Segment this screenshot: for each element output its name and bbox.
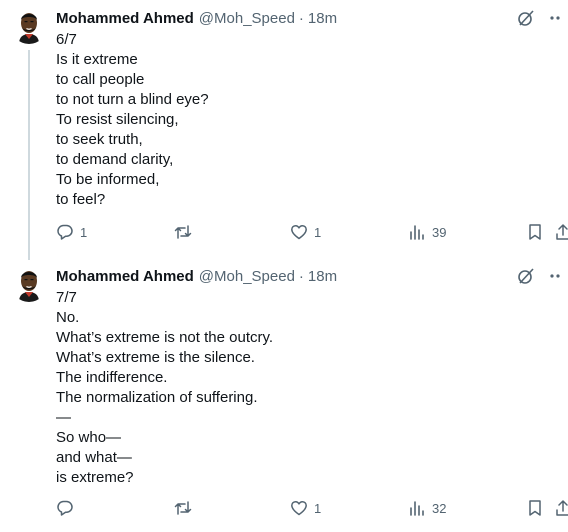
thread-connector — [28, 50, 30, 260]
views-button[interactable]: 39 — [408, 222, 446, 242]
tweet-top-icons — [516, 266, 568, 286]
tweet-line: and what— — [56, 449, 132, 466]
more-icon[interactable] — [548, 8, 568, 28]
grok-icon[interactable] — [516, 266, 536, 286]
reply-button[interactable]: 1 — [56, 222, 87, 242]
tweet-line: No. — [56, 309, 80, 326]
tweet-actions: 1 32 — [56, 498, 568, 518]
view-count: 39 — [432, 224, 447, 240]
tweet-line: — — [56, 409, 71, 426]
tweet-top-icons — [516, 8, 568, 28]
tweet-line: to demand clarity, — [56, 151, 174, 168]
tweet-line: To resist silencing, — [56, 111, 179, 128]
avatar[interactable] — [11, 8, 47, 44]
bookmark-icon — [526, 223, 544, 241]
retweet-icon — [174, 223, 192, 241]
tweet-line: Is it extreme — [56, 51, 138, 68]
views-icon — [408, 499, 426, 517]
tweet-line: is extreme? — [56, 469, 134, 486]
tweet-line: to feel? — [56, 191, 106, 208]
like-button[interactable]: 1 — [290, 498, 321, 518]
tweet-line: The normalization of suffering. — [56, 389, 258, 406]
views-icon — [408, 223, 426, 241]
like-count: 1 — [314, 500, 322, 516]
author-handle[interactable]: @Moh_Speed — [199, 10, 295, 27]
reply-button[interactable] — [56, 498, 80, 518]
bookmark-icon — [526, 499, 544, 517]
share-icon — [554, 223, 568, 241]
tweet-text: 6/7 Is it extreme to call people to not … — [56, 30, 209, 210]
retweet-icon — [174, 499, 192, 517]
tweet-line: to call people — [56, 71, 145, 88]
like-button[interactable]: 1 — [290, 222, 321, 242]
tweet-actions: 1 1 39 — [56, 222, 568, 242]
separator: · — [298, 9, 304, 27]
bookmark-button[interactable] — [526, 222, 544, 242]
tweet[interactable]: Mohammed Ahmed @Moh_Speed · 18m 7/7 No. … — [0, 258, 568, 532]
tweet-text: 7/7 No. What’s extreme is not the outcry… — [56, 288, 273, 488]
share-button[interactable] — [554, 498, 568, 518]
tweet-line: The indifference. — [56, 369, 168, 386]
heart-icon — [290, 499, 308, 517]
author-name[interactable]: Mohammed Ahmed — [56, 10, 194, 27]
tweet-line: So who— — [56, 429, 122, 446]
author-handle[interactable]: @Moh_Speed — [199, 268, 295, 285]
retweet-button[interactable] — [174, 498, 198, 518]
author-name[interactable]: Mohammed Ahmed — [56, 268, 194, 285]
timestamp[interactable]: 18m — [308, 10, 337, 27]
like-count: 1 — [314, 224, 322, 240]
retweet-button[interactable] — [174, 222, 198, 242]
tweet-line: 7/7 — [56, 289, 77, 306]
reply-icon — [56, 223, 74, 241]
tweet-line: 6/7 — [56, 31, 77, 48]
grok-icon[interactable] — [516, 8, 536, 28]
share-icon — [554, 499, 568, 517]
tweet-header: Mohammed Ahmed @Moh_Speed · 18m — [56, 266, 337, 286]
tweet-line: What’s extreme is the silence. — [56, 349, 255, 366]
views-button[interactable]: 32 — [408, 498, 446, 518]
heart-icon — [290, 223, 308, 241]
share-button[interactable] — [554, 222, 568, 242]
tweet-line: To be informed, — [56, 171, 160, 188]
tweet[interactable]: Mohammed Ahmed @Moh_Speed · 18m 6/7 Is i… — [0, 0, 568, 260]
timestamp[interactable]: 18m — [308, 268, 337, 285]
bookmark-button[interactable] — [526, 498, 544, 518]
tweet-line: What’s extreme is not the outcry. — [56, 329, 274, 346]
tweet-line: to not turn a blind eye? — [56, 91, 209, 108]
separator: · — [298, 267, 304, 285]
more-icon[interactable] — [548, 266, 568, 286]
tweet-line: to seek truth, — [56, 131, 143, 148]
avatar[interactable] — [11, 266, 47, 302]
reply-icon — [56, 499, 74, 517]
view-count: 32 — [432, 500, 447, 516]
tweet-header: Mohammed Ahmed @Moh_Speed · 18m — [56, 8, 337, 28]
reply-count: 1 — [80, 224, 88, 240]
